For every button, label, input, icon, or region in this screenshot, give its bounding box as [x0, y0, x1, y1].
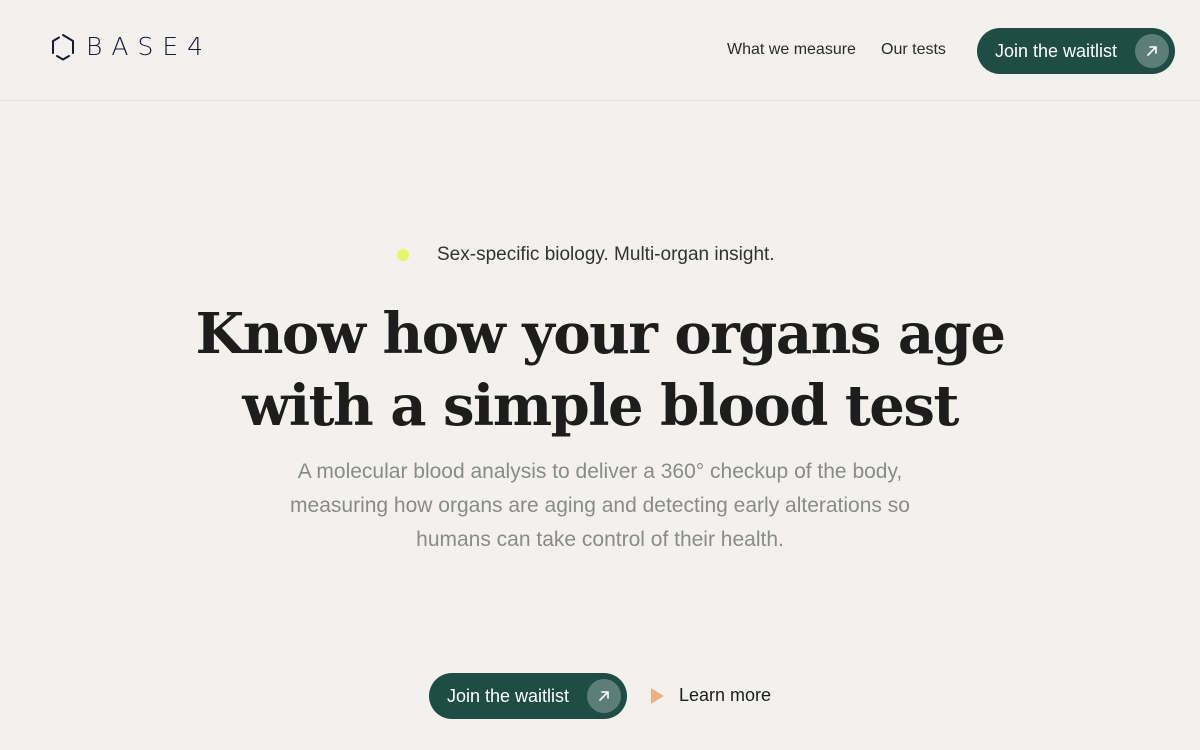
headline-line-1: Know how your organs age	[195, 301, 1006, 367]
header-join-waitlist-label: Join the waitlist	[995, 40, 1118, 61]
headline-line-2: with a simple blood test	[242, 373, 959, 439]
hero-join-waitlist-button[interactable]: Join the waitlist	[429, 673, 627, 719]
site-header: BASE4 What we measure Our tests Join the…	[0, 0, 1200, 101]
status-dot-icon	[397, 249, 409, 261]
tagline-text: Sex-specific biology. Multi-organ insigh…	[437, 244, 775, 265]
hero-tagline: Sex-specific biology. Multi-organ insigh…	[0, 243, 1200, 267]
learn-more-link[interactable]: Learn more	[651, 685, 771, 706]
brand-logo[interactable]: BASE4	[50, 33, 212, 61]
play-icon	[651, 687, 664, 704]
header-join-waitlist-button[interactable]: Join the waitlist	[977, 28, 1175, 74]
brand-name: BASE4	[86, 32, 213, 61]
learn-more-label: Learn more	[679, 685, 772, 705]
hexagon-logo-icon	[50, 33, 76, 61]
nav-link-what-we-measure[interactable]: What we measure	[727, 41, 856, 59]
arrow-up-right-icon	[587, 679, 621, 713]
nav-link-our-tests[interactable]: Our tests	[881, 41, 946, 59]
hero-description: A molecular blood analysis to deliver a …	[290, 460, 910, 551]
arrow-up-right-icon	[1135, 34, 1169, 68]
hero-join-waitlist-label: Join the waitlist	[447, 685, 570, 706]
hero-headline: Know how your organs age with a simple b…	[150, 298, 1050, 442]
